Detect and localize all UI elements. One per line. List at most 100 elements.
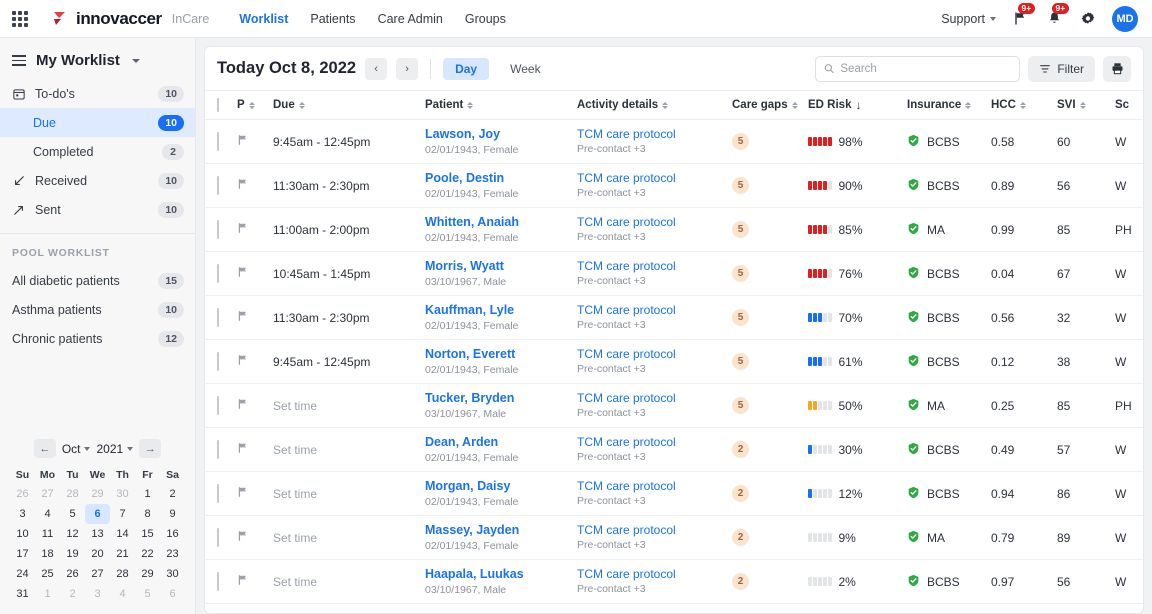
- calendar-day-cell[interactable]: 22: [135, 544, 160, 564]
- patient-name-link[interactable]: Tucker, Bryden: [425, 390, 577, 407]
- calendar-day-cell[interactable]: 18: [35, 544, 60, 564]
- row-checkbox[interactable]: [217, 439, 219, 459]
- calendar-day-cell[interactable]: 15: [135, 524, 160, 544]
- calendar-day-cell[interactable]: 9: [160, 504, 185, 524]
- calendar-day-cell[interactable]: 14: [110, 524, 135, 544]
- flag-icon[interactable]: [237, 133, 249, 150]
- care-gaps-badge[interactable]: 5: [732, 309, 749, 326]
- header-activity-details[interactable]: Activity details: [577, 91, 732, 120]
- set-time-link[interactable]: Set time: [273, 487, 317, 501]
- sidebar-item-chronic-patients[interactable]: Chronic patients 12: [0, 324, 195, 353]
- row-checkbox[interactable]: [217, 175, 219, 195]
- set-time-link[interactable]: Set time: [273, 443, 317, 457]
- sidebar-item-sent[interactable]: Sent 10: [0, 195, 195, 224]
- calendar-prev-month-button[interactable]: ←: [33, 439, 56, 458]
- hamburger-menu-icon[interactable]: [12, 55, 26, 66]
- calendar-day-cell[interactable]: 28: [110, 564, 135, 584]
- nav-link-patients[interactable]: Patients: [310, 12, 355, 26]
- flag-notifications-button[interactable]: 9+: [1010, 2, 1035, 29]
- patient-name-link[interactable]: Massey, Jayden: [425, 522, 577, 539]
- search-box[interactable]: [815, 55, 1021, 82]
- calendar-day-cell[interactable]: 25: [35, 564, 60, 584]
- care-gaps-badge[interactable]: 5: [732, 353, 749, 370]
- table-row[interactable]: 11:30am - 2:30pm Kauffman, Lyle 02/01/1943…: [205, 295, 1143, 340]
- sidebar-item-all-diabetic-patients[interactable]: All diabetic patients 15: [0, 266, 195, 295]
- activity-link[interactable]: TCM care protocol: [577, 258, 732, 274]
- nav-link-worklist[interactable]: Worklist: [239, 12, 288, 26]
- patient-name-link[interactable]: Lawson, Joy: [425, 126, 577, 143]
- table-row[interactable]: Set time Morgan, Daisy 02/01/1943, Female T…: [205, 471, 1143, 516]
- row-due-cell[interactable]: Set time: [273, 427, 425, 472]
- print-button[interactable]: [1103, 55, 1131, 82]
- calendar-day-cell[interactable]: 27: [85, 564, 110, 584]
- header-svi[interactable]: SVI: [1057, 91, 1115, 120]
- table-row[interactable]: 11:30am - 2:30pm Poole, Destin 02/01/1943,…: [205, 163, 1143, 208]
- calendar-day-cell[interactable]: 3: [10, 504, 35, 524]
- worklist-table-container[interactable]: P Due Patient Activity details Care gaps…: [205, 91, 1143, 613]
- patient-name-link[interactable]: Haapala, Luukas: [425, 566, 577, 583]
- care-gaps-badge[interactable]: 2: [732, 441, 749, 458]
- chevron-down-icon[interactable]: [131, 58, 140, 63]
- care-gaps-badge[interactable]: 2: [732, 573, 749, 590]
- flag-icon[interactable]: [237, 441, 249, 458]
- support-menu[interactable]: Support: [941, 12, 996, 26]
- calendar-next-month-button[interactable]: →: [139, 439, 162, 458]
- header-care-gaps[interactable]: Care gaps: [732, 91, 808, 120]
- calendar-day-cell[interactable]: 5: [60, 504, 85, 524]
- activity-link[interactable]: TCM care protocol: [577, 126, 732, 142]
- flag-icon[interactable]: [237, 485, 249, 502]
- row-checkbox[interactable]: [217, 395, 219, 415]
- patient-name-link[interactable]: Kauffman, Lyle: [425, 302, 577, 319]
- care-gaps-badge[interactable]: 2: [732, 485, 749, 502]
- select-all-checkbox[interactable]: [217, 98, 219, 112]
- care-gaps-badge[interactable]: 5: [732, 265, 749, 282]
- calendar-day-cell[interactable]: 29: [135, 564, 160, 584]
- calendar-day-cell[interactable]: 4: [35, 504, 60, 524]
- sidebar-item-asthma-patients[interactable]: Asthma patients 10: [0, 295, 195, 324]
- row-due-cell[interactable]: Set time: [273, 383, 425, 428]
- row-checkbox[interactable]: [217, 263, 219, 283]
- table-row[interactable]: Set time Haapala, Luukas 03/10/1967, Male T…: [205, 559, 1143, 604]
- row-checkbox[interactable]: [217, 131, 219, 151]
- row-checkbox[interactable]: [217, 351, 219, 371]
- calendar-day-cell[interactable]: 26: [60, 564, 85, 584]
- flag-icon[interactable]: [237, 177, 249, 194]
- calendar-day-cell[interactable]: 3: [85, 584, 110, 604]
- table-row[interactable]: 11:00am - 2:00pm Whitten, Anaiah 02/01/194…: [205, 207, 1143, 252]
- set-time-link[interactable]: Set time: [273, 575, 317, 589]
- calendar-day-cell[interactable]: 27: [35, 484, 60, 504]
- activity-link[interactable]: TCM care protocol: [577, 302, 732, 318]
- sidebar-item-completed[interactable]: Completed 2: [0, 137, 195, 166]
- calendar-day-cell[interactable]: 5: [135, 584, 160, 604]
- settings-button[interactable]: [1078, 9, 1098, 29]
- calendar-day-cell[interactable]: 6: [160, 584, 185, 604]
- row-checkbox[interactable]: [217, 307, 219, 327]
- calendar-year-select[interactable]: 2021: [96, 442, 134, 456]
- search-input[interactable]: [840, 62, 1012, 75]
- header-insurance[interactable]: Insurance: [907, 91, 991, 120]
- patient-name-link[interactable]: Norton, Everett: [425, 346, 577, 363]
- calendar-day-cell[interactable]: 31: [10, 584, 35, 604]
- calendar-day-cell[interactable]: 6: [85, 504, 110, 524]
- header-screening[interactable]: Sc: [1115, 91, 1143, 120]
- calendar-day-cell[interactable]: 2: [60, 584, 85, 604]
- header-patient[interactable]: Patient: [425, 91, 577, 120]
- table-row[interactable]: 9:45am - 12:45pm Lawson, Joy 02/01/1943, F…: [205, 119, 1143, 164]
- set-time-link[interactable]: Set time: [273, 399, 317, 413]
- calendar-day-cell[interactable]: 1: [135, 484, 160, 504]
- table-row[interactable]: Set time Tucker, Bryden 03/10/1967, Male TC…: [205, 383, 1143, 428]
- calendar-day-cell[interactable]: 29: [85, 484, 110, 504]
- bell-notifications-button[interactable]: 9+: [1044, 2, 1069, 29]
- sidebar-item-due[interactable]: Due 10: [0, 108, 195, 137]
- nav-link-care-admin[interactable]: Care Admin: [378, 12, 443, 26]
- row-checkbox[interactable]: [217, 219, 219, 239]
- row-due-cell[interactable]: Set time: [273, 515, 425, 560]
- view-toggle-week[interactable]: Week: [498, 58, 552, 80]
- calendar-day-cell[interactable]: 19: [60, 544, 85, 564]
- care-gaps-badge[interactable]: 5: [732, 177, 749, 194]
- row-due-cell[interactable]: Set time: [273, 559, 425, 604]
- header-due[interactable]: Due: [273, 91, 425, 120]
- calendar-day-cell[interactable]: 1: [35, 584, 60, 604]
- next-day-button[interactable]: ›: [396, 57, 419, 80]
- flag-icon[interactable]: [237, 529, 249, 546]
